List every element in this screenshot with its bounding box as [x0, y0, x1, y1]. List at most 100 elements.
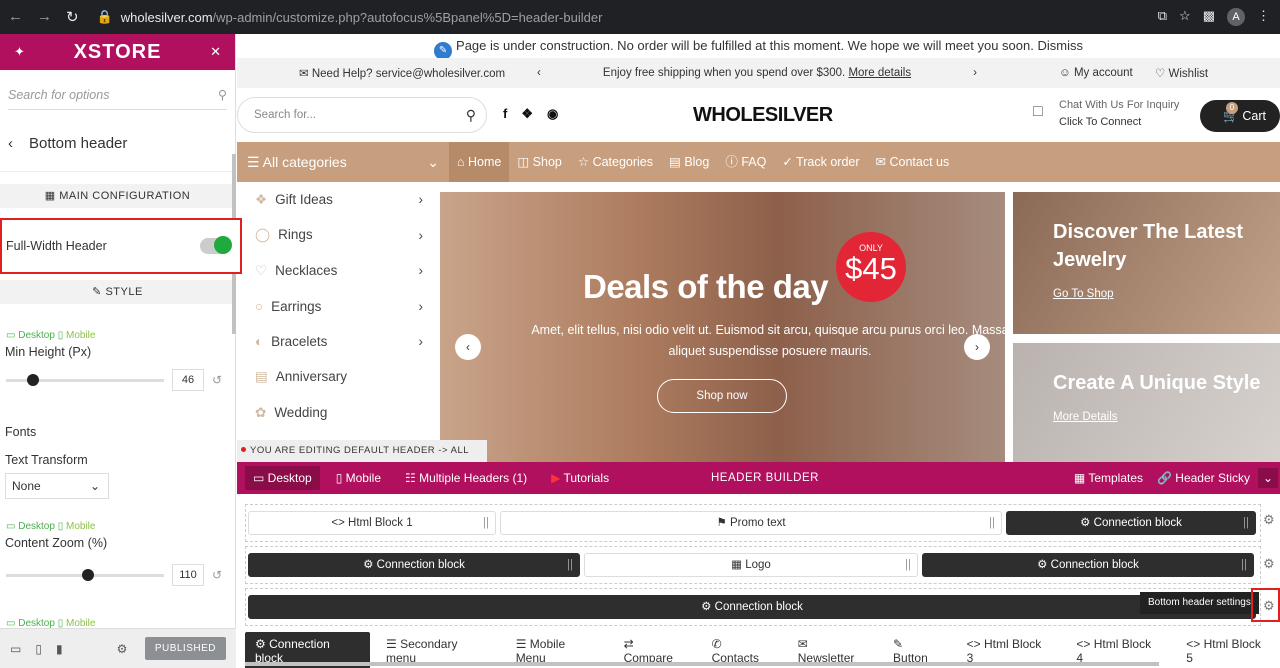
lock-icon: 🔒 — [96, 9, 113, 24]
chevron-left-icon[interactable]: ‹ — [8, 135, 13, 152]
element-html-block-5[interactable]: <> Html Block 5 — [1176, 632, 1280, 668]
block-connection[interactable]: ⚙ Connection block || — [248, 553, 580, 577]
block-connection[interactable]: ⚙ Connection block — [248, 595, 1256, 619]
main-header-settings-icon[interactable]: ⚙ — [1263, 556, 1275, 572]
templates-button[interactable]: ▦ Templates — [1074, 471, 1143, 485]
category-anniversary[interactable]: ▤ Anniversary — [237, 360, 439, 396]
chat-inquiry[interactable]: □ Chat With Us For Inquiry Click To Conn… — [1033, 97, 1179, 131]
wishlist-link[interactable]: ♡ Wishlist — [1155, 66, 1208, 80]
bottom-header-settings-icon[interactable]: ⚙ — [1263, 598, 1275, 614]
elements-scrollbar[interactable] — [245, 662, 1159, 666]
search-icon[interactable]: ⚲ — [466, 98, 476, 132]
drag-handle[interactable]: || — [989, 512, 995, 534]
category-label: Rings — [278, 227, 313, 243]
facebook-icon[interactable]: f — [503, 106, 507, 122]
site-logo[interactable]: WHOLESILVER — [693, 104, 833, 127]
nav-track-order[interactable]: ✓ Track order — [774, 142, 867, 182]
more-details-link[interactable]: More details — [848, 67, 911, 79]
nav-faq[interactable]: ⓘ FAQ — [717, 142, 774, 182]
desktop-device[interactable]: Desktop — [18, 330, 55, 341]
reset-icon[interactable]: ↺ — [212, 373, 222, 387]
slider-prev-icon[interactable]: ‹ — [455, 334, 481, 360]
mobile-preview-icon[interactable]: ▮ — [56, 642, 63, 656]
mobile-device[interactable]: Mobile — [66, 521, 95, 532]
builder-actions: ▦ Templates 🔗 Header Sticky — [1074, 471, 1250, 485]
nav-categories[interactable]: ☆ Categories — [570, 142, 661, 182]
nav-contact[interactable]: ✉ Contact us — [868, 142, 958, 182]
drag-handle[interactable]: || — [483, 512, 489, 534]
promo-link[interactable]: Go To Shop — [1053, 288, 1280, 300]
slider-track[interactable] — [6, 373, 164, 386]
category-wedding[interactable]: ✿ Wedding — [237, 395, 439, 431]
block-label: Connection block — [714, 601, 803, 613]
block-connection[interactable]: ⚙ Connection block || — [1006, 511, 1256, 535]
site-search-input[interactable]: Search for... ⚲ — [237, 97, 487, 133]
instagram-icon[interactable]: ◉ — [547, 106, 558, 122]
forward-icon[interactable]: → — [37, 8, 52, 26]
mobile-device[interactable]: Mobile — [66, 330, 95, 341]
search-options-input[interactable]: Search for options ⚲ — [8, 80, 227, 110]
block-connection[interactable]: ⚙ Connection block || — [922, 553, 1254, 577]
all-categories-button[interactable]: ☰ All categories ⌄ — [237, 154, 449, 171]
reload-icon[interactable]: ↻ — [66, 8, 79, 26]
tablet-preview-icon[interactable]: ▯ — [35, 642, 42, 656]
full-width-toggle[interactable] — [200, 236, 232, 254]
collapse-builder-icon[interactable]: ⌄ — [1258, 468, 1278, 488]
text-transform-label: Text Transform — [5, 453, 88, 467]
desktop-preview-icon[interactable]: ▭ — [10, 642, 21, 656]
slider-knob[interactable] — [26, 373, 39, 386]
category-necklaces[interactable]: ♡ Necklaces › — [237, 253, 439, 289]
star-icon[interactable]: ☆ — [1179, 8, 1191, 26]
address-bar[interactable]: 🔒 wholesilver.com /wp-admin/customize.ph… — [97, 9, 603, 25]
close-icon[interactable]: ✕ — [210, 44, 221, 60]
text-transform-select[interactable]: None ⌄ — [5, 473, 109, 499]
drag-handle[interactable]: || — [905, 554, 911, 576]
settings-gear-icon[interactable]: ⚙ — [117, 642, 128, 656]
slider-knob[interactable] — [82, 568, 95, 581]
promo-link[interactable]: More Details — [1053, 411, 1280, 423]
promo-banner-unique[interactable]: Create A Unique Style More Details — [1013, 343, 1280, 473]
top-header-settings-icon[interactable]: ⚙ — [1263, 512, 1275, 528]
published-button[interactable]: PUBLISHED — [144, 637, 226, 660]
puzzle-icon[interactable]: ▩ — [1203, 8, 1215, 26]
tab-multiple-headers[interactable]: ☷ Multiple Headers (1) — [397, 466, 535, 490]
back-icon[interactable]: ← — [8, 8, 23, 26]
chevron-left-icon[interactable]: ‹ — [537, 67, 541, 79]
tab-desktop[interactable]: ▭ Desktop — [245, 466, 320, 490]
avatar[interactable]: A — [1227, 8, 1245, 26]
share-icon[interactable]: ⧉ — [1158, 8, 1167, 26]
header-sticky-button[interactable]: 🔗 Header Sticky — [1157, 471, 1250, 485]
cart-button[interactable]: 0 🛒 Cart — [1200, 100, 1280, 132]
drag-handle[interactable]: || — [1243, 512, 1249, 534]
slider-next-icon[interactable]: › — [964, 334, 990, 360]
drag-handle[interactable]: || — [1241, 554, 1247, 576]
pin-icon[interactable]: ✦ — [14, 44, 25, 60]
nav-home[interactable]: ⌂ Home — [449, 142, 510, 182]
content-zoom-slider[interactable]: 110 ↺ — [0, 564, 235, 586]
tab-mobile[interactable]: ▯ Mobile — [328, 466, 389, 490]
nav-blog[interactable]: ▤ Blog — [661, 142, 717, 182]
block-logo[interactable]: ▦ Logo || — [584, 553, 918, 577]
slider-track[interactable] — [6, 568, 164, 581]
category-rings[interactable]: ◯ Rings › — [237, 218, 439, 254]
back-to-panel[interactable]: ‹ Bottom header — [0, 116, 235, 172]
reset-icon[interactable]: ↺ — [212, 568, 222, 582]
chevron-right-icon[interactable]: › — [973, 67, 977, 79]
block-promo-text[interactable]: ⚑ Promo text || — [500, 511, 1002, 535]
content-zoom-value[interactable]: 110 — [172, 564, 204, 586]
nav-shop[interactable]: ◫ Shop — [509, 142, 570, 182]
category-gift-ideas[interactable]: ❖ Gift Ideas › — [237, 182, 439, 218]
category-earrings[interactable]: ○ Earrings › — [237, 289, 439, 325]
my-account-link[interactable]: ☺ My account — [1059, 67, 1133, 79]
min-height-value[interactable]: 46 — [172, 369, 204, 391]
shop-now-button[interactable]: Shop now — [657, 379, 787, 413]
min-height-slider[interactable]: 46 ↺ — [0, 369, 235, 391]
menu-dots-icon[interactable]: ⋮ — [1257, 8, 1270, 26]
block-html-1[interactable]: <> Html Block 1 || — [248, 511, 496, 535]
tab-tutorials[interactable]: ▶ Tutorials — [543, 466, 617, 490]
category-bracelets[interactable]: ◐ Bracelets › — [237, 324, 439, 360]
desktop-device[interactable]: Desktop — [18, 521, 55, 532]
twitter-icon[interactable]: ❖ — [521, 106, 533, 122]
drag-handle[interactable]: || — [567, 554, 573, 576]
promo-banner-latest[interactable]: Discover The Latest Jewelry Go To Shop — [1013, 192, 1280, 334]
